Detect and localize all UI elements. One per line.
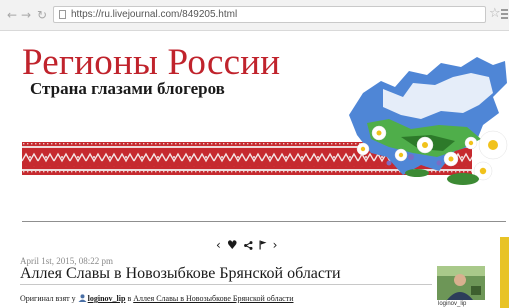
post-source-line: Оригинал взят у loginov_lip в Аллея Слав… — [20, 294, 294, 304]
header-divider — [22, 221, 506, 222]
source-prefix: Оригинал взят у — [20, 294, 76, 303]
next-entry-button[interactable]: › — [273, 238, 278, 252]
user-icon[interactable] — [78, 294, 87, 302]
back-arrow-icon[interactable]: ← — [7, 8, 17, 22]
sidebar-accent-strip — [500, 237, 509, 308]
url-text[interactable]: https://ru.livejournal.com/849205.html — [71, 9, 237, 21]
reload-icon[interactable]: ↻ — [37, 8, 47, 22]
site-subtitle: Страна глазами блогеров — [30, 79, 225, 98]
author-link[interactable]: loginov_lip — [88, 294, 126, 303]
browser-toolbar: ← → ↻ https://ru.livejournal.com/849205.… — [0, 0, 509, 31]
source-in: в — [127, 294, 132, 303]
author-label[interactable]: loginov_lip — [438, 301, 466, 308]
share-icon[interactable] — [243, 240, 253, 250]
original-post-link[interactable]: Аллея Славы в Новозыбкове Брянской облас… — [133, 294, 293, 303]
post-title[interactable]: Аллея Славы в Новозыбкове Брянской облас… — [20, 264, 341, 283]
post-controls: ‹ ♥ › — [216, 237, 277, 253]
russia-map-flowers-image — [349, 57, 508, 185]
star-icon[interactable]: ☆ — [489, 7, 501, 21]
address-bar[interactable]: https://ru.livejournal.com/849205.html — [53, 6, 486, 23]
flag-icon[interactable] — [259, 240, 267, 250]
page-icon — [59, 10, 66, 19]
author-avatar[interactable] — [437, 266, 485, 300]
title-divider — [20, 284, 432, 285]
heart-icon[interactable]: ♥ — [227, 238, 238, 252]
hamburger-menu-icon[interactable] — [501, 9, 508, 19]
prev-entry-button[interactable]: ‹ — [216, 238, 221, 252]
forward-arrow-icon[interactable]: → — [21, 8, 31, 22]
